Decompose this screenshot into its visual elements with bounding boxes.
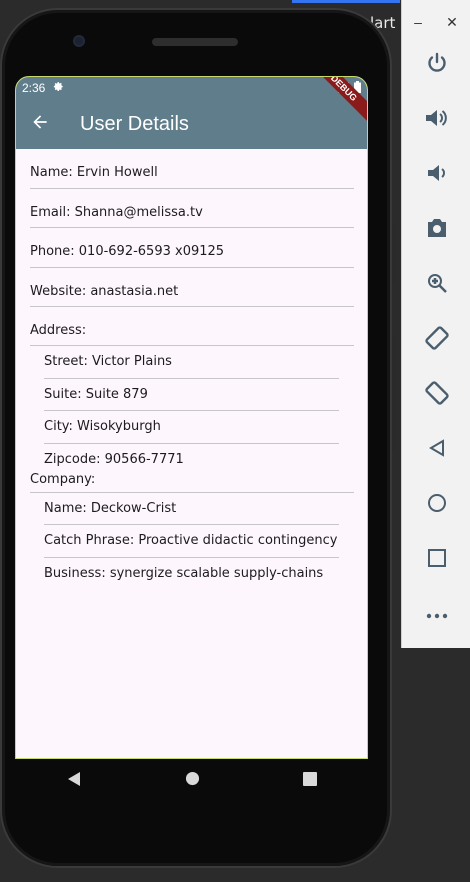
emulator-stage: lart 2:36 User Details DEBUG Name: Ervin…	[0, 0, 470, 882]
status-time: 2:36	[22, 81, 46, 95]
minimize-button[interactable]: –	[414, 14, 422, 31]
emulator-home-button[interactable]	[422, 490, 452, 520]
back-icon	[428, 438, 446, 462]
android-nav-bar	[15, 759, 368, 803]
rotate-right-button[interactable]	[422, 380, 452, 410]
company-business-text: Business: synergize scalable supply-chai…	[44, 565, 324, 581]
window-accent-bar	[292, 0, 400, 3]
volume-hardware-button	[392, 225, 396, 283]
user-details-list: Name: Ervin Howell Email: Shanna@melissa…	[16, 149, 367, 590]
address-label-text: Address:	[30, 323, 87, 338]
emulator-back-button[interactable]	[422, 435, 452, 465]
company-label-text: Company:	[30, 471, 96, 487]
circle-home-icon[interactable]	[185, 771, 200, 791]
user-website-row: Website: anastasia.net	[30, 268, 354, 307]
camera-icon	[425, 217, 449, 244]
home-icon	[427, 493, 447, 518]
address-section-label: Address:	[30, 307, 354, 346]
company-catchphrase-row: Catch Phrase: Proactive didactic conting…	[44, 525, 339, 558]
earpiece	[152, 38, 238, 46]
emulator-overview-button[interactable]	[422, 545, 452, 575]
app-bar: User Details	[16, 99, 367, 149]
back-button[interactable]	[16, 100, 64, 148]
phone-screen: 2:36 User Details DEBUG Name: Ervin Howe…	[15, 76, 368, 759]
square-recents-icon[interactable]	[302, 771, 317, 791]
zoom-icon	[426, 272, 448, 299]
front-camera	[73, 35, 85, 47]
company-catchphrase-text: Catch Phrase: Proactive didactic conting…	[44, 533, 338, 548]
status-bar: 2:36	[16, 77, 367, 99]
volume-down-icon	[426, 162, 448, 189]
user-phone-text: Phone: 010-692-6593 x09125	[30, 244, 225, 259]
company-name-text: Name: Deckow-Crist	[44, 500, 177, 516]
address-city-row: City: Wisokyburgh	[44, 411, 339, 444]
rotate-left-icon	[424, 325, 450, 356]
user-email-text: Email: Shanna@melissa.tv	[30, 204, 203, 220]
address-zipcode-text: Zipcode: 90566-7771	[44, 451, 184, 467]
rotate-left-button[interactable]	[422, 325, 452, 355]
user-name-text: Name: Ervin Howell	[30, 165, 158, 180]
more-icon	[426, 606, 448, 624]
zoom-button[interactable]	[422, 270, 452, 300]
emulator-toolbar: – ✕	[401, 0, 470, 648]
rotate-right-icon	[424, 380, 450, 411]
volume-up-button[interactable]	[422, 105, 452, 135]
power-hardware-button	[392, 335, 396, 450]
address-suite-row: Suite: Suite 879	[44, 379, 339, 411]
user-email-row: Email: Shanna@melissa.tv	[30, 189, 354, 228]
company-name-row: Name: Deckow-Crist	[44, 493, 339, 525]
power-icon	[425, 51, 449, 80]
company-business-row: Business: synergize scalable supply-chai…	[44, 558, 339, 591]
volume-up-icon	[424, 106, 450, 135]
page-title: User Details	[80, 112, 189, 135]
company-section-label: Company:	[30, 468, 354, 493]
triangle-back-icon[interactable]	[66, 771, 82, 792]
more-button[interactable]	[422, 600, 452, 630]
address-city-text: City: Wisokyburgh	[44, 419, 161, 434]
address-street-row: Street: Victor Plains	[44, 346, 339, 379]
address-suite-text: Suite: Suite 879	[44, 386, 148, 402]
gear-icon	[53, 81, 64, 95]
volume-down-button[interactable]	[422, 160, 452, 190]
address-zipcode-row: Zipcode: 90566-7771	[44, 444, 339, 468]
close-button[interactable]: ✕	[446, 14, 458, 31]
user-phone-row: Phone: 010-692-6593 x09125	[30, 228, 354, 268]
user-website-text: Website: anastasia.net	[30, 283, 179, 299]
arrow-back-icon	[30, 112, 50, 137]
overview-icon	[428, 548, 446, 572]
power-button[interactable]	[422, 50, 452, 80]
screenshot-button[interactable]	[422, 215, 452, 245]
user-name-row: Name: Ervin Howell	[30, 149, 354, 189]
toolbar-window-controls: – ✕	[402, 14, 470, 31]
address-street-text: Street: Victor Plains	[44, 354, 172, 369]
